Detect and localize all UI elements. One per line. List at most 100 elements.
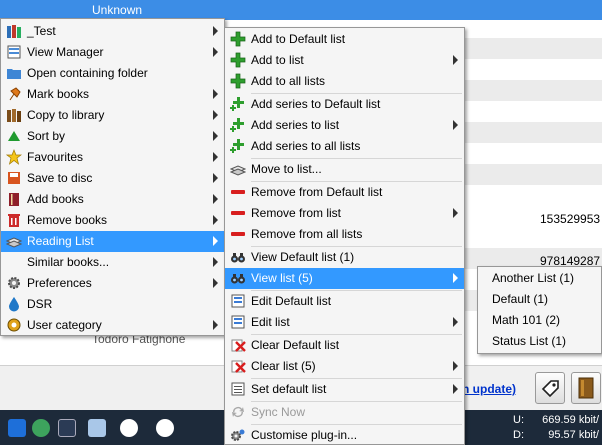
menu-item-clear-default-list[interactable]: Clear Default list <box>225 335 464 356</box>
submenu-arrow-icon <box>453 273 458 283</box>
menu-item-mark-books[interactable]: Mark books <box>1 84 224 105</box>
submenu-arrow-icon <box>213 236 218 246</box>
minus-icon <box>230 205 246 221</box>
clear-icon <box>230 358 246 374</box>
book-button[interactable] <box>571 372 601 404</box>
submenu-arrow-icon <box>453 55 458 65</box>
e-app-icon[interactable] <box>58 419 76 437</box>
submenu-arrow-icon <box>213 152 218 162</box>
menu-item-dsr[interactable]: DSR <box>1 294 224 315</box>
submenu-arrow-icon <box>213 47 218 57</box>
menu-item-label: Edit list <box>251 315 290 329</box>
menu-item-label: Remove from all lists <box>251 227 363 241</box>
menu-item-customise-plugin[interactable]: Customise plug-in... <box>225 425 464 445</box>
tag-button[interactable] <box>535 372 565 404</box>
menu-item-sort-by[interactable]: Sort by <box>1 126 224 147</box>
download-label: D: <box>513 429 524 441</box>
plus-series-icon <box>230 96 246 112</box>
network-icon[interactable] <box>88 419 106 437</box>
save-icon <box>6 170 22 186</box>
menu-item-label: View list (5) <box>251 271 313 285</box>
menu-item-set-default-list[interactable]: Set default list <box>225 379 464 400</box>
utorrent-icon[interactable] <box>120 419 138 437</box>
menu-item-favourites[interactable]: Favourites <box>1 147 224 168</box>
menu-item-label: Math 101 (2) <box>492 313 561 327</box>
submenu-arrow-icon <box>213 194 218 204</box>
menu-item-add-default-list[interactable]: Add to Default list <box>225 29 464 50</box>
drop-icon <box>6 296 22 312</box>
chrome-icon[interactable] <box>32 419 50 437</box>
upload-value: 669.59 kbit/ <box>542 414 599 426</box>
download-speed: D: 95.57 kbit/ <box>513 429 601 441</box>
menu-item-math-101[interactable]: Math 101 (2) <box>478 310 601 331</box>
menu-item-label: Another List (1) <box>492 271 575 285</box>
library-icon <box>6 107 22 123</box>
menu-item-remove-books[interactable]: Remove books <box>1 210 224 231</box>
submenu-arrow-icon <box>453 120 458 130</box>
menu-item-add-series-list[interactable]: Add series to list <box>225 115 464 136</box>
menu-item-label: Similar books... <box>27 255 110 269</box>
menu-item-add-series-default[interactable]: Add series to Default list <box>225 94 464 115</box>
folder-icon <box>6 65 22 81</box>
menu-item-remove-all-lists[interactable]: Remove from all lists <box>225 224 464 245</box>
menu-item-label: Move to list... <box>251 162 322 176</box>
minus-icon <box>230 226 246 242</box>
menu-item-add-to-list[interactable]: Add to list <box>225 50 464 71</box>
menu-item-add-books[interactable]: Add books <box>1 189 224 210</box>
edit-list-icon <box>230 314 246 330</box>
menu-item-clear-list[interactable]: Clear list (5) <box>225 356 464 377</box>
menu-item-label: Add series to Default list <box>251 97 381 111</box>
menu-item-sync-now[interactable]: Sync Now <box>225 402 464 423</box>
menu-item-save-disc[interactable]: Save to disc <box>1 168 224 189</box>
menu-item-preferences[interactable]: Preferences <box>1 273 224 294</box>
menu-item-label: Add to all lists <box>251 74 326 88</box>
upload-speed: U: 669.59 kbit/ <box>513 414 601 426</box>
menu-item-default-list[interactable]: Default (1) <box>478 289 601 310</box>
binoculars-icon <box>230 270 246 286</box>
menu-item-label: Favourites <box>27 150 84 164</box>
menu-item-edit-default-list[interactable]: Edit Default list <box>225 291 464 312</box>
menu-item-remove-from-list[interactable]: Remove from list <box>225 203 464 224</box>
menu-item-view-manager[interactable]: View Manager <box>1 42 224 63</box>
menu-item-label: User category <box>27 318 102 332</box>
menu-item-user-category[interactable]: User category <box>1 315 224 336</box>
menu-item-label: Set default list <box>251 382 327 396</box>
binoculars-icon <box>230 249 246 265</box>
menu-item-similar-books[interactable]: Similar books... <box>1 252 224 273</box>
menu-item-add-series-all[interactable]: Add series to all lists <box>225 136 464 157</box>
download-value: 95.57 kbit/ <box>548 429 599 441</box>
menu-item-label: Remove from list <box>251 206 342 220</box>
clock-icon[interactable] <box>156 419 174 437</box>
submenu-arrow-icon <box>213 257 218 267</box>
start-icon[interactable] <box>8 419 26 437</box>
view-list-submenu: Another List (1) Default (1) Math 101 (2… <box>477 266 602 354</box>
menu-item-reading-list[interactable]: Reading List <box>1 231 224 252</box>
menu-item-label: _Test <box>27 24 56 38</box>
submenu-arrow-icon <box>453 208 458 218</box>
edit-list-icon <box>230 293 246 309</box>
menu-item-add-all-lists[interactable]: Add to all lists <box>225 71 464 92</box>
menu-item-test[interactable]: _Test <box>1 21 224 42</box>
menu-item-view-default-list[interactable]: View Default list (1) <box>225 247 464 268</box>
menu-item-label: Preferences <box>27 276 92 290</box>
gear-icon <box>6 275 22 291</box>
submenu-arrow-icon <box>213 26 218 36</box>
menu-item-status-list[interactable]: Status List (1) <box>478 331 601 352</box>
menu-item-view-list[interactable]: View list (5) <box>225 268 464 289</box>
menu-item-label: Add books <box>27 192 84 206</box>
menu-item-open-folder[interactable]: Open containing folder <box>1 63 224 84</box>
clear-icon <box>230 337 246 353</box>
menu-item-label: Sync Now <box>251 405 306 419</box>
menu-item-label: Remove books <box>27 213 108 227</box>
menu-item-another-list[interactable]: Another List (1) <box>478 268 601 289</box>
menu-item-remove-default-list[interactable]: Remove from Default list <box>225 182 464 203</box>
update-link[interactable]: n update) <box>462 382 516 396</box>
submenu-arrow-icon <box>213 278 218 288</box>
menu-item-copy-library[interactable]: Copy to library <box>1 105 224 126</box>
plus-icon <box>230 73 246 89</box>
menu-item-move-to-list[interactable]: Move to list... <box>225 159 464 180</box>
user-category-icon <box>6 317 22 333</box>
menu-item-edit-list[interactable]: Edit list <box>225 312 464 333</box>
submenu-arrow-icon <box>213 131 218 141</box>
submenu-arrow-icon <box>213 89 218 99</box>
